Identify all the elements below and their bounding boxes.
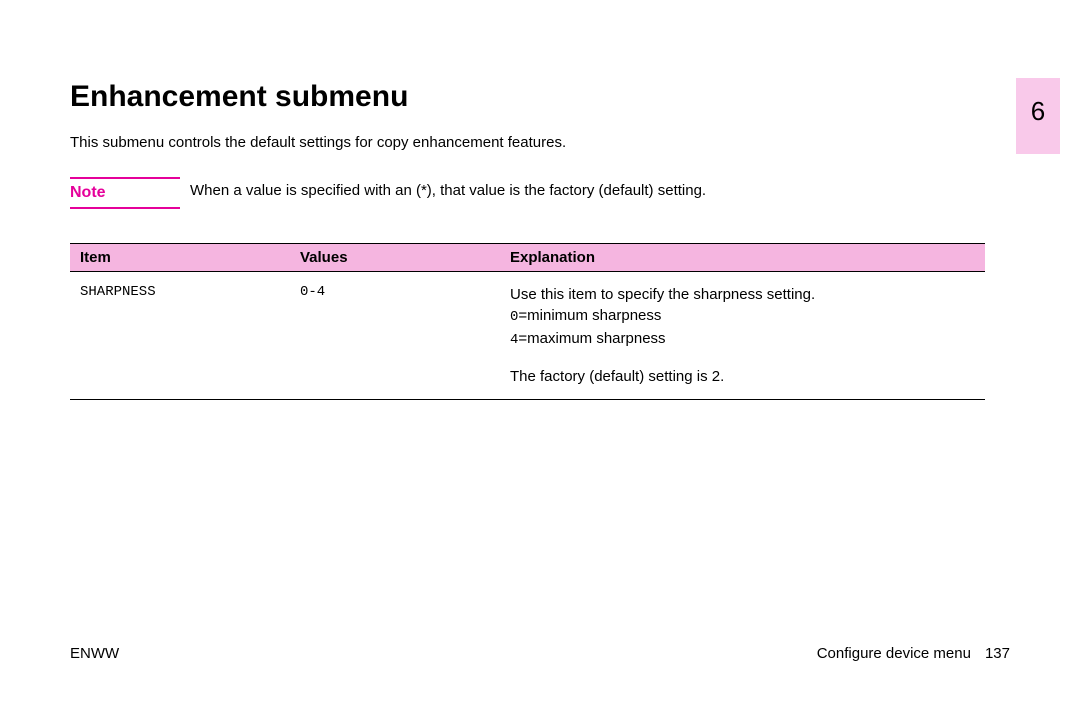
note-label: Note	[70, 177, 180, 209]
page-title: Enhancement submenu	[70, 80, 890, 114]
page-footer: ENWW Configure device menu 137	[70, 645, 1010, 662]
exp-line-2: 0=minimum sharpness	[510, 305, 975, 328]
note-block: Note When a value is specified with an (…	[70, 177, 890, 209]
footer-section: Configure device menu	[817, 645, 971, 662]
note-text: When a value is specified with an (*), t…	[190, 177, 706, 199]
exp-line-1: Use this item to specify the sharpness s…	[510, 284, 975, 305]
page-content: Enhancement submenu This submenu control…	[0, 0, 960, 400]
table-row: SHARPNESS 0-4 Use this item to specify t…	[70, 272, 985, 400]
table-header-row: Item Values Explanation	[70, 244, 985, 272]
intro-text: This submenu controls the default settin…	[70, 134, 890, 151]
th-item: Item	[70, 244, 290, 271]
settings-table: Item Values Explanation SHARPNESS 0-4 Us…	[70, 243, 985, 400]
cell-values: 0-4	[290, 280, 500, 391]
footer-left: ENWW	[70, 645, 119, 662]
th-explanation: Explanation	[500, 244, 985, 271]
exp-line-3: 4=maximum sharpness	[510, 328, 975, 351]
cell-item: SHARPNESS	[70, 280, 290, 391]
exp-line-4: The factory (default) setting is 2.	[510, 366, 975, 387]
footer-right: Configure device menu 137	[817, 645, 1010, 662]
footer-page-number: 137	[985, 645, 1010, 662]
cell-explanation: Use this item to specify the sharpness s…	[500, 280, 985, 391]
chapter-tab: 6	[1016, 78, 1060, 154]
th-values: Values	[290, 244, 500, 271]
